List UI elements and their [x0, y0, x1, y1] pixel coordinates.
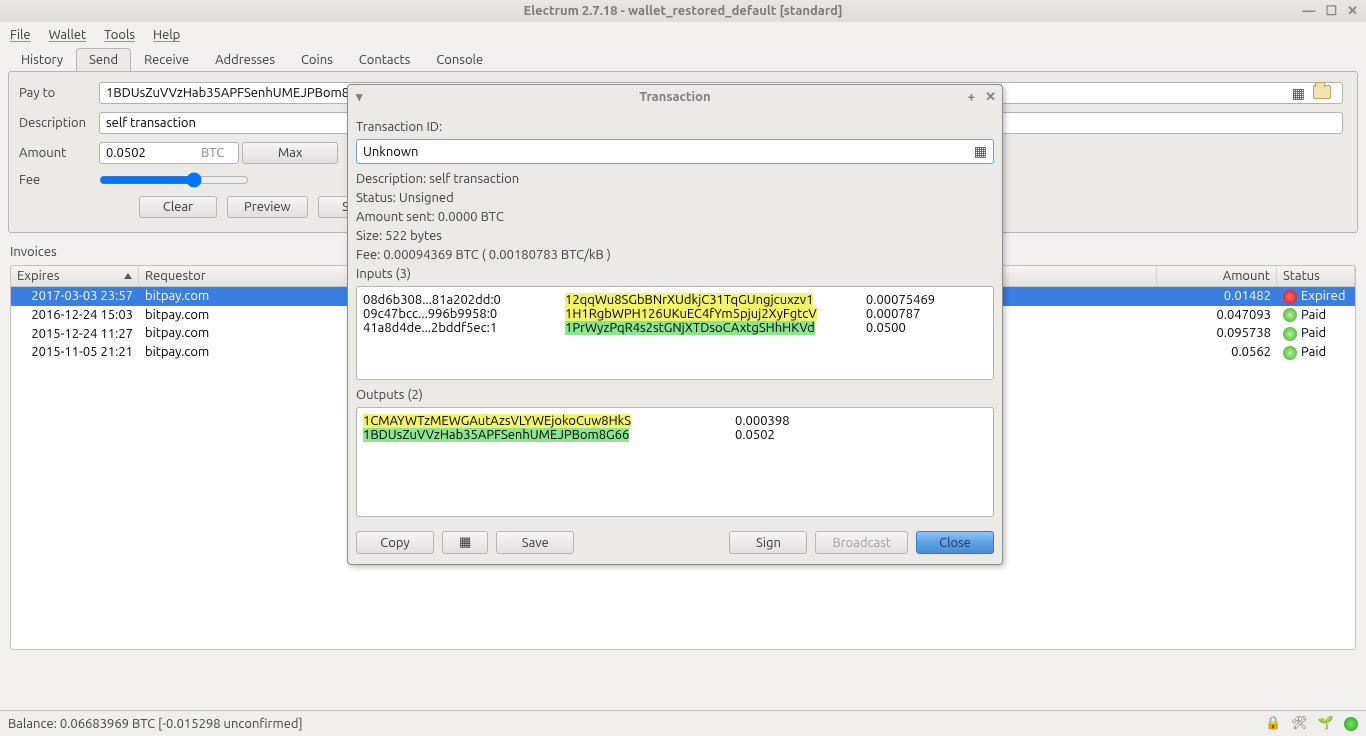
sign-button[interactable]: Sign — [729, 531, 807, 554]
qr-icon[interactable]: ▦ — [1292, 85, 1305, 102]
tab-contacts[interactable]: Contacts — [346, 48, 424, 71]
outputs-label: Outputs (2) — [356, 388, 994, 402]
tab-addresses[interactable]: Addresses — [202, 48, 288, 71]
qr-button[interactable]: ▦ — [442, 531, 488, 554]
tabbar: History Send Receive Addresses Coins Con… — [8, 48, 1358, 71]
menubar: File Wallet Tools Help — [0, 22, 1366, 48]
dialog-menu-icon[interactable]: ▾ — [356, 90, 363, 105]
maximize-icon[interactable]: ☐ — [1325, 4, 1337, 19]
menu-wallet[interactable]: Wallet — [49, 28, 87, 42]
settings-icon[interactable]: 🛠 — [1291, 716, 1308, 731]
menu-tools[interactable]: Tools — [104, 28, 135, 42]
tab-coins[interactable]: Coins — [288, 48, 346, 71]
save-button[interactable]: Save — [496, 531, 574, 554]
fee-label: Fee — [19, 173, 99, 187]
lock-icon[interactable]: 🔒 — [1265, 716, 1281, 731]
sort-asc-icon — [124, 273, 132, 279]
status-bar: Balance: 0.06683969 BTC [-0.015298 uncon… — [0, 710, 1366, 736]
amount-unit: BTC — [201, 146, 224, 160]
balance-text: Balance: 0.06683969 BTC [-0.015298 uncon… — [8, 717, 303, 731]
txid-qr-icon[interactable]: ▦ — [974, 143, 987, 160]
expired-icon — [1283, 290, 1297, 304]
tx-status: Status: Unsigned — [356, 191, 994, 205]
txid-label: Transaction ID: — [356, 120, 994, 134]
col-amount[interactable]: Amount — [1157, 266, 1277, 286]
menu-help[interactable]: Help — [153, 28, 180, 42]
max-button[interactable]: Max — [242, 142, 338, 164]
col-status[interactable]: Status — [1277, 266, 1355, 286]
tab-history[interactable]: History — [8, 48, 76, 71]
txid-field[interactable]: Unknown ▦ — [356, 139, 994, 164]
seed-icon[interactable]: 🌱 — [1318, 716, 1334, 731]
tab-send[interactable]: Send — [76, 48, 131, 71]
clear-button[interactable]: Clear — [139, 196, 217, 218]
paid-icon — [1283, 327, 1297, 341]
inputs-box[interactable]: 08d6b308...81a202dd:012qqWu8SGbBNrXUdkjC… — [356, 286, 994, 380]
dialog-close-icon[interactable]: ✕ — [985, 90, 996, 105]
pay-to-label: Pay to — [19, 86, 99, 100]
transaction-dialog: ▾ Transaction + ✕ Transaction ID: Unknow… — [347, 84, 1003, 565]
inputs-label: Inputs (3) — [356, 267, 994, 281]
outputs-box[interactable]: 1CMAYWTzMEWGAutAzsVLYWEjokoCuw8HkS0.0003… — [356, 407, 994, 517]
close-icon[interactable]: ✕ — [1347, 4, 1358, 19]
window-title: Electrum 2.7.18 - wallet_restored_defaul… — [523, 4, 842, 18]
tx-fee: Fee: 0.00094369 BTC ( 0.00180783 BTC/kB … — [356, 248, 994, 262]
minimize-icon[interactable]: — — [1302, 4, 1315, 19]
tx-amount-sent: Amount sent: 0.0000 BTC — [356, 210, 994, 224]
txid-value: Unknown — [363, 145, 418, 159]
broadcast-button: Broadcast — [815, 531, 908, 554]
fee-slider[interactable] — [99, 172, 249, 188]
dialog-maximize-icon[interactable]: + — [968, 90, 975, 105]
main-titlebar: Electrum 2.7.18 - wallet_restored_defaul… — [0, 0, 1366, 22]
close-button[interactable]: Close — [916, 531, 994, 554]
col-expires[interactable]: Expires — [11, 266, 139, 286]
tx-description: Description: self transaction — [356, 172, 994, 186]
copy-button[interactable]: Copy — [356, 531, 434, 554]
paid-icon — [1283, 346, 1297, 360]
network-status-icon[interactable] — [1344, 717, 1358, 731]
tab-console[interactable]: Console — [423, 48, 496, 71]
open-file-icon[interactable] — [1313, 85, 1331, 99]
preview-button[interactable]: Preview — [227, 196, 308, 218]
description-label: Description — [19, 116, 99, 130]
paid-icon — [1283, 308, 1297, 322]
tx-size: Size: 522 bytes — [356, 229, 994, 243]
dialog-title: Transaction — [639, 90, 710, 104]
tab-receive[interactable]: Receive — [131, 48, 202, 71]
amount-label: Amount — [19, 146, 99, 160]
menu-file[interactable]: File — [10, 28, 31, 42]
